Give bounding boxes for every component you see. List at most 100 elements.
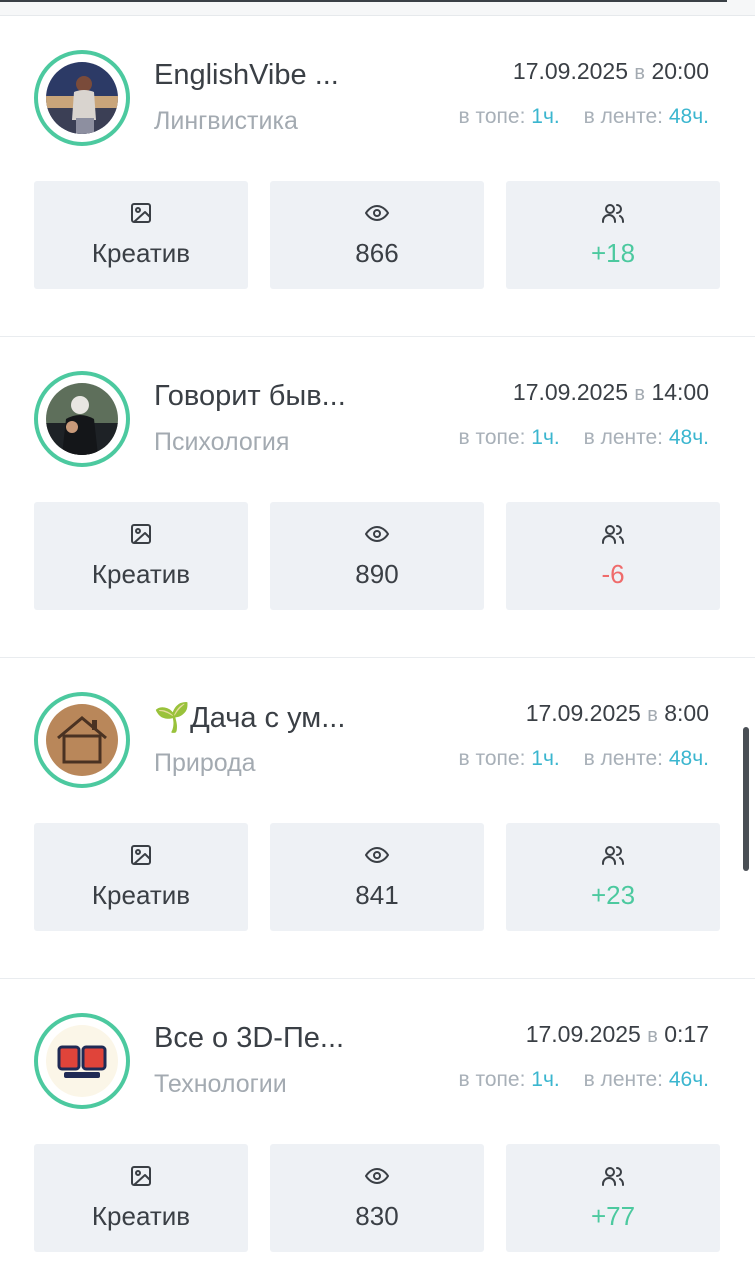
scrollbar-thumb[interactable] bbox=[743, 727, 749, 871]
top-value: 1ч. bbox=[531, 426, 560, 449]
subscribers-stat: -6 bbox=[506, 502, 720, 610]
channel-category: Природа bbox=[154, 749, 256, 777]
eye-icon bbox=[365, 1167, 389, 1185]
eye-icon bbox=[365, 204, 389, 222]
creative-label: Креатив bbox=[91, 559, 191, 589]
placement-durations: в топе: 1ч. в ленте: 48ч. bbox=[459, 426, 710, 450]
creative-label: Креатив bbox=[91, 238, 191, 268]
post-time: 14:00 bbox=[651, 379, 709, 405]
avatar-photo bbox=[46, 62, 118, 134]
channel-avatar[interactable] bbox=[34, 50, 130, 146]
subscribers-stat: +23 bbox=[506, 823, 720, 931]
creative-label: Креатив bbox=[91, 880, 191, 910]
stats-row: Креатив 866 +18 bbox=[34, 181, 721, 289]
channel-category: Лингвистика bbox=[154, 107, 298, 135]
channel-card[interactable]: 🌱Дача с ум... Природа 17.09.2025 в 8:00 … bbox=[0, 658, 755, 979]
channel-avatar[interactable] bbox=[34, 371, 130, 467]
eye-icon bbox=[365, 846, 389, 864]
placement-durations: в топе: 1ч. в ленте: 48ч. bbox=[459, 105, 710, 129]
channel-feed: EnglishVibe ... Лингвистика 17.09.2025 в… bbox=[0, 16, 755, 1280]
top-value: 1ч. bbox=[531, 105, 560, 128]
eye-icon bbox=[365, 525, 389, 543]
subscribers-delta: +23 bbox=[590, 880, 636, 910]
views-stat: 830 bbox=[270, 1144, 484, 1252]
top-label: в топе: bbox=[458, 747, 526, 770]
avatar-photo bbox=[46, 383, 118, 455]
image-icon bbox=[131, 524, 151, 544]
top-label: в топе: bbox=[458, 1068, 526, 1091]
post-time: 8:00 bbox=[664, 700, 709, 726]
views-count: 866 bbox=[355, 238, 399, 268]
users-icon bbox=[602, 1167, 624, 1186]
feed-label: в ленте: bbox=[583, 105, 664, 128]
image-icon bbox=[131, 203, 151, 223]
channel-title[interactable]: 🌱Дача с ум... bbox=[154, 701, 345, 735]
users-icon bbox=[602, 525, 624, 544]
feed-label: в ленте: bbox=[583, 747, 664, 770]
feed-value: 48ч. bbox=[668, 105, 709, 128]
stats-row: Креатив 841 +23 bbox=[34, 823, 721, 931]
stats-row: Креатив 830 +77 bbox=[34, 1144, 721, 1252]
views-count: 841 bbox=[355, 880, 399, 910]
subscribers-delta: +77 bbox=[590, 1201, 636, 1231]
feed-value: 48ч. bbox=[668, 747, 709, 770]
views-stat: 866 bbox=[270, 181, 484, 289]
feed-value: 48ч. bbox=[668, 426, 709, 449]
post-date: 17.09.2025 bbox=[525, 1021, 641, 1047]
post-datetime: 17.09.2025 в 14:00 bbox=[513, 379, 709, 406]
top-divider bbox=[0, 0, 727, 2]
date-separator: в bbox=[647, 704, 658, 726]
post-time: 20:00 bbox=[651, 58, 709, 84]
channel-card[interactable]: EnglishVibe ... Лингвистика 17.09.2025 в… bbox=[0, 16, 755, 337]
channel-card[interactable]: Все о 3D-Пе... Технологии 17.09.2025 в 0… bbox=[0, 979, 755, 1280]
feed-value: 46ч. bbox=[668, 1068, 709, 1091]
channel-title[interactable]: Говорит быв... bbox=[154, 380, 346, 413]
post-date: 17.09.2025 bbox=[512, 58, 629, 84]
post-datetime: 17.09.2025 в 0:17 bbox=[526, 1021, 709, 1048]
post-date: 17.09.2025 bbox=[512, 379, 629, 405]
subscribers-stat: +18 bbox=[506, 181, 720, 289]
top-value: 1ч. bbox=[531, 1068, 560, 1091]
stats-row: Креатив 890 -6 bbox=[34, 502, 721, 610]
post-datetime: 17.09.2025 в 20:00 bbox=[513, 58, 709, 85]
placement-durations: в топе: 1ч. в ленте: 48ч. bbox=[459, 747, 710, 771]
date-separator: в bbox=[634, 383, 646, 405]
channel-avatar[interactable] bbox=[34, 1013, 130, 1109]
top-label: в топе: bbox=[458, 105, 526, 128]
post-date: 17.09.2025 bbox=[525, 700, 641, 726]
date-separator: в bbox=[647, 1025, 658, 1047]
users-icon bbox=[602, 846, 624, 865]
post-datetime: 17.09.2025 в 8:00 bbox=[526, 700, 709, 727]
channel-title[interactable]: EnglishVibe ... bbox=[154, 59, 339, 92]
image-icon bbox=[131, 845, 151, 865]
channel-category: Технологии bbox=[154, 1070, 287, 1098]
channel-title[interactable]: Все о 3D-Пе... bbox=[154, 1022, 344, 1055]
top-label: в топе: bbox=[458, 426, 526, 449]
subscribers-delta: -6 bbox=[601, 559, 625, 589]
views-stat: 841 bbox=[270, 823, 484, 931]
channel-avatar[interactable] bbox=[34, 692, 130, 788]
date-separator: в bbox=[634, 62, 646, 84]
creative-label: Креатив bbox=[91, 1201, 191, 1231]
views-stat: 890 bbox=[270, 502, 484, 610]
post-time: 0:17 bbox=[664, 1021, 709, 1047]
feed-label: в ленте: bbox=[583, 426, 664, 449]
creative-button[interactable]: Креатив bbox=[34, 823, 248, 931]
creative-button[interactable]: Креатив bbox=[34, 181, 248, 289]
subscribers-stat: +77 bbox=[506, 1144, 720, 1252]
top-edge bbox=[0, 0, 755, 16]
views-count: 890 bbox=[355, 559, 399, 589]
creative-button[interactable]: Креатив bbox=[34, 502, 248, 610]
creative-button[interactable]: Креатив bbox=[34, 1144, 248, 1252]
views-count: 830 bbox=[355, 1201, 399, 1231]
image-icon bbox=[131, 1166, 151, 1186]
channel-card[interactable]: Говорит быв... Психология 17.09.2025 в 1… bbox=[0, 337, 755, 658]
channel-category: Психология bbox=[154, 428, 290, 456]
users-icon bbox=[602, 204, 624, 223]
subscribers-delta: +18 bbox=[590, 238, 636, 268]
feed-label: в ленте: bbox=[583, 1068, 664, 1091]
channel-logo bbox=[46, 1025, 118, 1097]
channel-logo bbox=[46, 704, 118, 776]
placement-durations: в топе: 1ч. в ленте: 46ч. bbox=[459, 1068, 710, 1092]
top-value: 1ч. bbox=[531, 747, 560, 770]
